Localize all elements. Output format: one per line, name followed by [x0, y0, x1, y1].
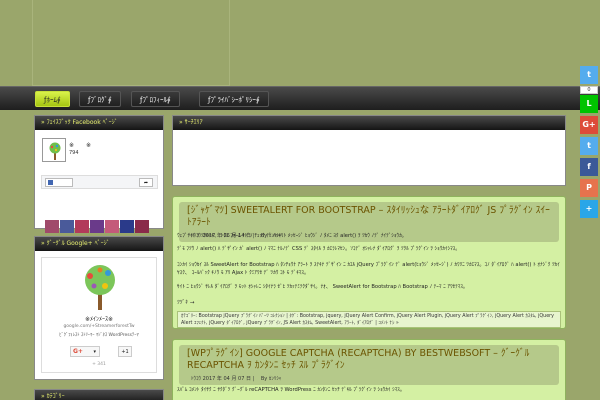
- nav-item-privacy[interactable]: ƒﾌﾟﾗｲﾊﾞｼｰﾎﾟﾘｼｰ∮: [199, 91, 269, 107]
- share-twitter-button-2[interactable]: t: [580, 137, 598, 155]
- share-mix-button[interactable]: P: [580, 179, 598, 197]
- nav-item-blog[interactable]: ƒﾌﾞﾛｸﾞ∮: [79, 91, 121, 107]
- googleplus-badge: ※ﾒｲﾝﾒｰｽ※ google.com/+StreamerforestTw ﾋﾞ…: [35, 251, 163, 379]
- post-paragraph: ｻｲﾄ ﾆ ﾋｮｳｼﾞ ｻﾚﾙ ﾀﾞｲｱﾛｸﾞ ｦ ﾓｯﾄ ｵｼｬﾚﾆ ｼﾀｲﾅ…: [177, 284, 469, 290]
- post-title-link[interactable]: [ｼﾞｬｹﾞﾏﾂ] SWEETALERT FOR BOOTSTRAP – ｽﾀｲ…: [179, 202, 559, 232]
- mix-icon: P: [586, 183, 592, 192]
- fan-avatar[interactable]: [60, 220, 74, 233]
- googleplus-card: ※ﾒｲﾝﾒｰｽ※ google.com/+StreamerforestTw ﾋﾞ…: [41, 257, 157, 373]
- nav-item-home[interactable]: ƒﾎｰﾑ∮: [35, 91, 70, 107]
- googleplus-widget: » ｸﾞｰｸﾞﾙ Google+ ﾍﾟｰｼﾞ ※ﾒｲﾝﾒｰｽ※ google.c…: [34, 236, 164, 380]
- share-googleplus-button[interactable]: G+: [580, 116, 598, 134]
- header-logo-area[interactable]: [32, 0, 230, 86]
- share-line-button[interactable]: L: [580, 95, 598, 113]
- chevron-down-icon: ▾: [93, 349, 96, 355]
- post-meta: ﾄｳｺｳ 2017 年 04 月 07 日 | By ｶﾝﾘｼｬ: [191, 376, 282, 382]
- blog-post: [ｼﾞｬｹﾞﾏﾂ] SWEETALERT FOR BOOTSTRAP – ｽﾀｲ…: [172, 196, 566, 329]
- share-count: 0: [580, 86, 598, 94]
- blog-post: [WPﾌﾟﾗｸﾞｲﾝ] GOOGLE CAPTCHA (RECAPTCHA) B…: [172, 339, 566, 400]
- tree-logo-icon: [49, 142, 61, 160]
- more-icon: +: [585, 204, 593, 213]
- googleplus-icon: G+: [73, 348, 83, 355]
- fan-avatar[interactable]: [105, 220, 119, 233]
- post-paragraph: ﾃﾞﾓ ﾌﾂｳ ﾉ alert() ﾊ ﾃﾞｻﾞｲﾝ ｶﾞ alert() ﾉ …: [177, 246, 461, 252]
- twitter-icon: t: [587, 141, 591, 150]
- site-header: [0, 0, 600, 86]
- post-paragraph: ｽﾊﾟﾑ ｺﾒﾝﾄ ﾀｲｻｸ ﾆ ﾔｸﾀﾞﾂ ｸﾞｰｸﾞﾙ reCAPTCHA …: [177, 387, 406, 393]
- share-arrow-icon: ➦: [143, 180, 149, 186]
- category-widget-title: » ｶﾃｺﾞﾘｰ: [35, 390, 163, 400]
- facebook-widget-title: » ﾌｪｲｽﾌﾞｯｸ Facebook ﾍﾟｰｼﾞ: [35, 116, 163, 130]
- facebook-like-count: 794: [69, 150, 79, 156]
- fan-avatar[interactable]: [45, 220, 59, 233]
- nav-item-profile[interactable]: ƒﾌﾟﾛﾌｨｰﾙ∮: [131, 91, 180, 107]
- fan-avatar[interactable]: [120, 220, 134, 233]
- category-widget: » ｶﾃｺﾞﾘｰ: [34, 389, 164, 400]
- facebook-icon: [48, 180, 53, 185]
- facebook-action-bar: ➦: [41, 175, 158, 189]
- post-paragraph: ｳｪﾌﾞｻｲﾄ ｦ ﾂｸﾙﾄｷ、 ﾄｸﾆ ﾌｫｰﾑ ﾅﾄﾞﾉ ﾁｪｯｸ ﾃﾞ ﾊ…: [177, 233, 407, 239]
- facebook-like-button[interactable]: [45, 178, 73, 187]
- facebook-widget: » ﾌｪｲｽﾌﾞｯｸ Facebook ﾍﾟｰｼﾞ ※ ※ 794 ➦: [34, 115, 164, 233]
- share-twitter-button[interactable]: t: [580, 66, 598, 84]
- googleplus-icon: G+: [582, 120, 596, 129]
- main-navigation: ƒﾎｰﾑ∮ ƒﾌﾞﾛｸﾞ∮ ƒﾌﾟﾛﾌｨｰﾙ∮ ƒﾌﾟﾗｲﾊﾞｼｰﾎﾟﾘｼｰ∮: [0, 86, 600, 110]
- fan-avatar[interactable]: [135, 220, 149, 233]
- googleplus-follow-button[interactable]: G+ ▾: [70, 346, 100, 357]
- googleplus-follower-count: + 341: [92, 362, 106, 367]
- googleplus-widget-title: » ｸﾞｰｸﾞﾙ Google+ ﾍﾟｰｼﾞ: [35, 237, 163, 251]
- share-more-button[interactable]: +: [580, 200, 598, 218]
- facebook-fan-faces: [45, 220, 155, 234]
- search-area-box: » ｻｰﾁｴﾘｱ: [172, 115, 566, 186]
- post-title-link[interactable]: [WPﾌﾟﾗｸﾞｲﾝ] GOOGLE CAPTCHA (RECAPTCHA) B…: [179, 345, 559, 375]
- facebook-page-name[interactable]: ※ ※: [69, 140, 91, 149]
- post-header: [WPﾌﾟﾗｸﾞｲﾝ] GOOGLE CAPTCHA (RECAPTCHA) B…: [179, 345, 559, 385]
- post-tags[interactable]: ｶﾃｺﾞﾘｰ: Bootstrap jQuery ﾌﾟﾗｸﾞｲﾝ ﾊﾟｰﾂ ｺﾚ…: [177, 311, 561, 328]
- line-icon: L: [586, 99, 592, 108]
- googleplus-page-name[interactable]: ※ﾒｲﾝﾒｰｽ※: [42, 314, 156, 323]
- twitter-icon: t: [587, 70, 591, 79]
- read-more-link[interactable]: ﾂﾂﾞｷ →: [177, 298, 194, 306]
- tree-logo-icon[interactable]: [78, 264, 122, 310]
- fan-avatar[interactable]: [90, 220, 104, 233]
- share-facebook-button[interactable]: f: [580, 158, 598, 176]
- facebook-share-button[interactable]: ➦: [139, 178, 153, 187]
- facebook-icon: f: [587, 162, 591, 171]
- facebook-page-avatar[interactable]: [42, 138, 66, 162]
- search-area-title: » ｻｰﾁｴﾘｱ: [173, 116, 565, 130]
- googleplus-page-description: ﾋﾞｸﾞﾌｫﾚｽﾄ ｽﾄﾘｰﾏｰ ﾏｼﾞﾈｽ WordPressﾃｰﾏ: [59, 333, 139, 338]
- post-paragraph: ｺﾝｶｲ ｼｮｳｶｲ ｽﾙ SweetAlert for Bootstrap ﾊ…: [177, 262, 560, 276]
- facebook-page-plugin: ※ ※ 794 ➦: [35, 130, 163, 233]
- googleplus-page-url[interactable]: google.com/+StreamerforestTw: [42, 324, 156, 329]
- plusone-button[interactable]: +1: [118, 346, 132, 357]
- fan-avatar[interactable]: [75, 220, 89, 233]
